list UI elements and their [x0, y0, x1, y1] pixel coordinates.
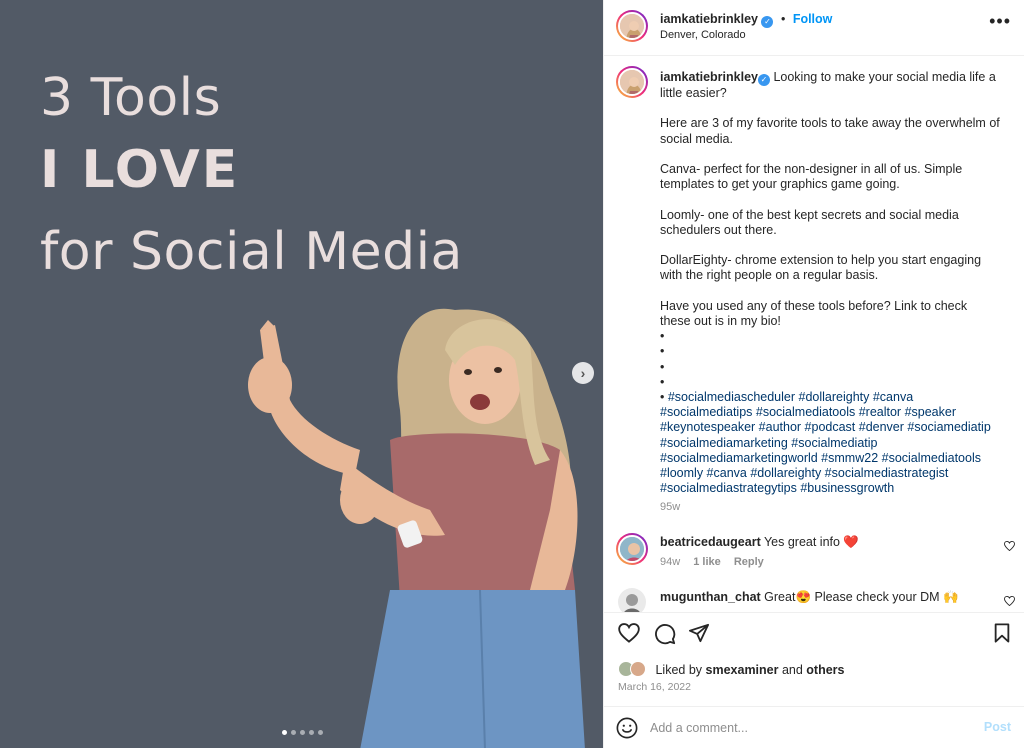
liked-prefix: Liked by: [655, 663, 706, 677]
comment-icon[interactable]: [654, 623, 676, 648]
comment-input[interactable]: [650, 715, 970, 741]
post-comment-button[interactable]: Post: [984, 720, 1011, 734]
comment-like-heart-icon[interactable]: [1004, 595, 1015, 609]
post-image[interactable]: 3 Tools I LOVE for Social Media ›: [0, 0, 603, 748]
post-location[interactable]: Denver, Colorado: [660, 29, 746, 41]
liked-others-link[interactable]: others: [806, 663, 844, 677]
carousel-dot: [318, 730, 323, 735]
next-slide-button[interactable]: ›: [572, 362, 594, 384]
send-icon[interactable]: [688, 623, 710, 646]
liker-avatar: [630, 661, 646, 677]
commenter-username[interactable]: mugunthan_chat: [660, 590, 761, 604]
headline-line-1: 3 Tools: [40, 68, 222, 128]
header-user-line: iamkatiebrinkley ✓ • Follow: [660, 12, 832, 28]
liked-by-avatars: [618, 661, 652, 677]
post-header: iamkatiebrinkley ✓ • Follow Denver, Colo…: [604, 0, 1024, 56]
author-avatar[interactable]: [616, 10, 648, 42]
author-username[interactable]: iamkatiebrinkley: [660, 12, 758, 26]
carousel-dot: [282, 730, 287, 735]
comment-likes[interactable]: 1 like: [693, 556, 721, 568]
comment-body: Yes great info ❤️: [760, 535, 860, 549]
liked-middle: and: [778, 663, 807, 677]
commenter-username[interactable]: beatricedaugeart: [660, 535, 761, 549]
comments-scroll-area[interactable]: iamkatiebrinkley ✓ Looking to make your s…: [604, 56, 1024, 612]
follow-button[interactable]: Follow: [793, 12, 833, 26]
carousel-indicator: [282, 730, 323, 735]
caption-username[interactable]: iamkatiebrinkley: [660, 70, 758, 84]
comment-like-heart-icon[interactable]: [1004, 540, 1015, 554]
post-caption: iamkatiebrinkley ✓ Looking to make your s…: [660, 70, 1000, 496]
image-headline: 3 Tools I LOVE for Social Media: [40, 66, 463, 294]
bookmark-icon[interactable]: [993, 623, 1011, 646]
woman-pointing-photo: [248, 308, 585, 748]
reply-button[interactable]: Reply: [734, 556, 764, 568]
post-action-bar: [604, 612, 1024, 656]
liker-username[interactable]: smexaminer: [706, 663, 779, 677]
heart-icon[interactable]: [618, 623, 640, 646]
instagram-post-modal: 3 Tools I LOVE for Social Media › iamkat…: [0, 0, 1024, 748]
caption-author-avatar[interactable]: [616, 66, 648, 98]
comment-body: Great😍 Please check your DM 🙌: [760, 590, 959, 604]
smiley-icon[interactable]: [616, 717, 638, 739]
carousel-dot: [300, 730, 305, 735]
carousel-dot: [309, 730, 314, 735]
comment-text: mugunthan_chat Great😍 Please check your …: [660, 590, 980, 605]
chevron-right-icon: ›: [580, 365, 586, 381]
comment-age[interactable]: 94w: [660, 556, 680, 568]
carousel-dot: [291, 730, 296, 735]
verified-badge-icon: ✓: [757, 74, 770, 86]
commenter-avatar[interactable]: [618, 588, 646, 612]
post-date[interactable]: March 16, 2022: [618, 681, 691, 693]
separator-dot: •: [780, 12, 786, 26]
comment-text: beatricedaugeart Yes great info ❤️: [660, 535, 980, 550]
liked-by-line: Liked by smexaminer and others: [618, 661, 845, 677]
caption-age[interactable]: 95w: [660, 501, 680, 513]
add-comment-bar: Post: [604, 706, 1024, 748]
headline-line-2: I LOVE: [40, 140, 240, 200]
caption-hashtags[interactable]: #socialmediascheduler #dollareighty #can…: [660, 390, 994, 495]
caption-body: Looking to make your social media life a…: [660, 70, 1000, 405]
commenter-avatar[interactable]: [616, 533, 648, 565]
verified-badge-icon: ✓: [761, 16, 774, 28]
more-horizontal-icon[interactable]: •••: [989, 12, 1011, 30]
post-details-panel: iamkatiebrinkley ✓ • Follow Denver, Colo…: [603, 0, 1024, 748]
comment-meta: 94w 1 like Reply: [660, 556, 774, 568]
headline-line-3: for Social Media: [40, 222, 463, 282]
